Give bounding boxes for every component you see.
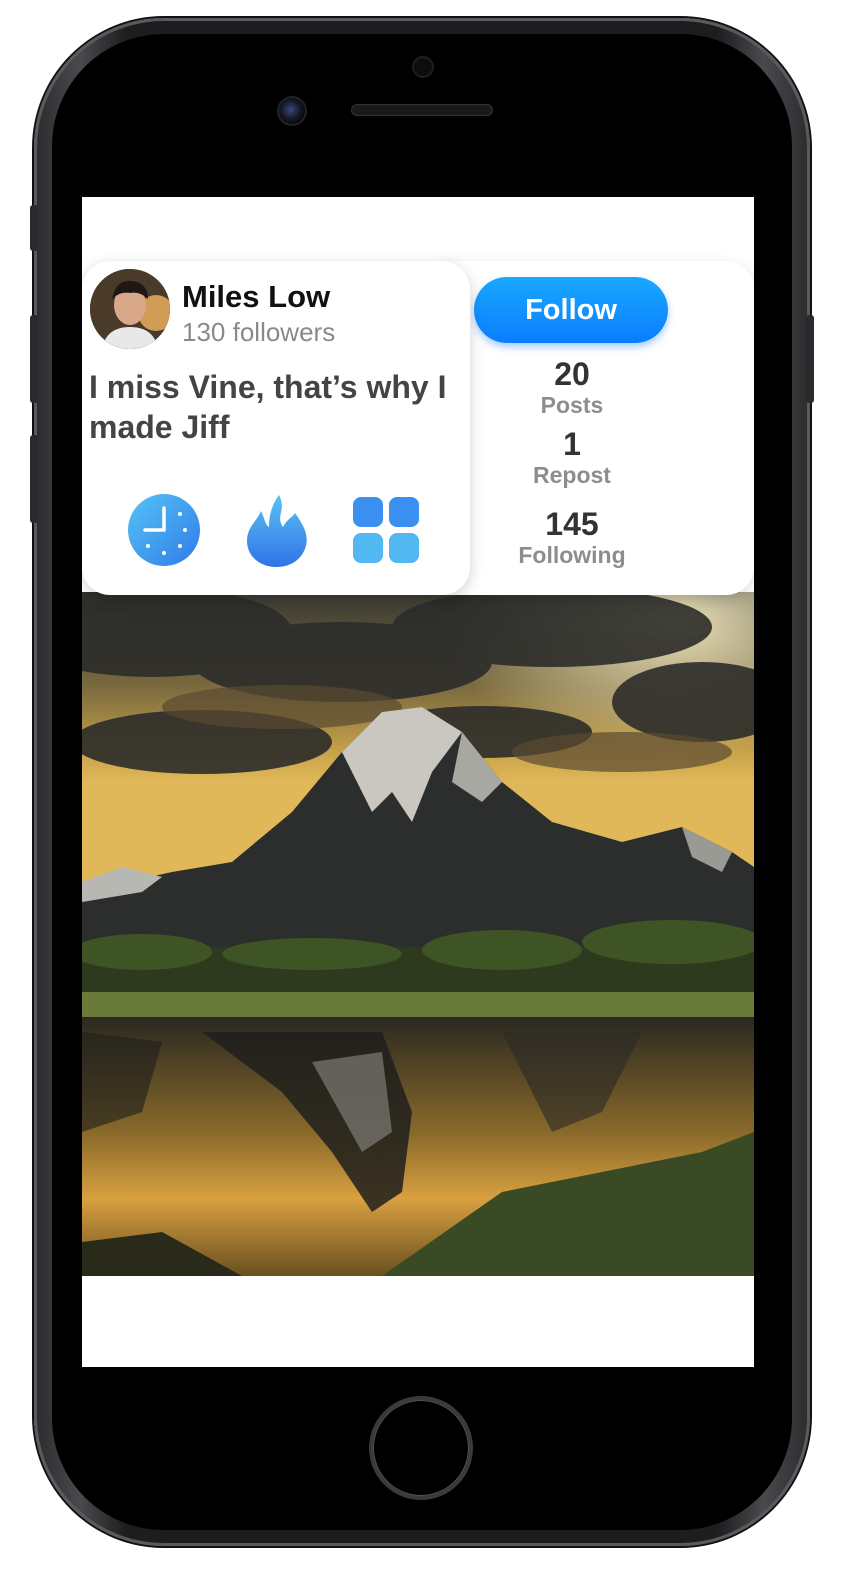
profile-card: Miles Low 130 followers I miss Vine, tha… <box>82 261 470 595</box>
volume-up-button <box>30 315 38 403</box>
stat-following[interactable]: 145 Following <box>462 507 682 569</box>
stat-posts[interactable]: 20 Posts <box>462 357 682 419</box>
app-screen: Follow 20 Posts 1 Repost 145 Following M… <box>82 197 754 1367</box>
power-button <box>806 315 814 403</box>
proximity-sensor <box>412 56 434 78</box>
stat-label: Following <box>518 542 626 568</box>
user-bio: I miss Vine, that’s why I made Jiff <box>89 369 447 445</box>
grid-icon[interactable] <box>349 493 423 567</box>
user-name[interactable]: Miles Low <box>182 279 330 315</box>
stat-value: 145 <box>545 506 599 542</box>
home-button[interactable] <box>369 1396 473 1500</box>
stat-value: 1 <box>563 426 581 462</box>
mute-switch <box>30 205 38 251</box>
avatar-image <box>90 269 170 349</box>
stat-label: Repost <box>533 462 611 488</box>
front-camera <box>277 96 307 126</box>
stat-label: Posts <box>540 392 604 418</box>
post-media[interactable] <box>82 592 754 1276</box>
clock-icon[interactable] <box>127 493 201 567</box>
stat-value: 20 <box>554 356 590 392</box>
mountain-landscape-image <box>82 592 754 1276</box>
stats-card: Follow 20 Posts 1 Repost 145 Following <box>442 261 754 595</box>
follow-button[interactable]: Follow <box>474 277 668 343</box>
follower-count: 130 followers <box>182 317 336 347</box>
volume-down-button <box>30 435 38 523</box>
avatar[interactable] <box>90 269 170 349</box>
earpiece-speaker <box>351 104 493 116</box>
stat-reposts[interactable]: 1 Repost <box>462 427 682 489</box>
flame-icon[interactable] <box>239 493 313 567</box>
